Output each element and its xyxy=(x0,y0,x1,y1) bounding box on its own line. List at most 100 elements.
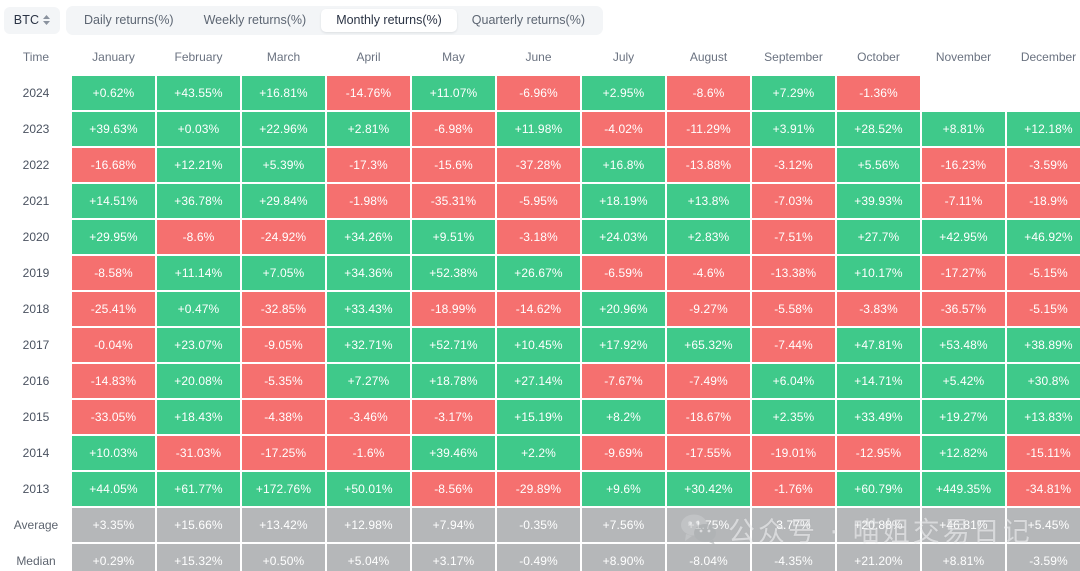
return-cell: +0.03% xyxy=(157,112,240,146)
return-cell: -17.27% xyxy=(922,256,1005,290)
table-row: 2022-16.68%+12.21%+5.39%-17.3%-15.6%-37.… xyxy=(2,148,1080,182)
return-cell: +33.43% xyxy=(327,292,410,326)
return-cell: -5.58% xyxy=(752,292,835,326)
return-cell: -19.01% xyxy=(752,436,835,470)
return-cell: +39.63% xyxy=(72,112,155,146)
return-cell: +29.84% xyxy=(242,184,325,218)
column-header-january: January xyxy=(72,40,155,74)
return-cell: -9.69% xyxy=(582,436,665,470)
return-cell: +9.51% xyxy=(412,220,495,254)
return-cell: +38.89% xyxy=(1007,328,1080,362)
return-cell: +5.45% xyxy=(1007,508,1080,542)
return-cell: +27.7% xyxy=(837,220,920,254)
return-cell: -6.96% xyxy=(497,76,580,110)
return-cell: +11.07% xyxy=(412,76,495,110)
return-cell: -12.95% xyxy=(837,436,920,470)
return-cell: +52.38% xyxy=(412,256,495,290)
row-label: 2024 xyxy=(2,76,70,110)
return-cell: -14.62% xyxy=(497,292,580,326)
row-label: 2014 xyxy=(2,436,70,470)
return-cell: -1.36% xyxy=(837,76,920,110)
return-cell: -5.15% xyxy=(1007,292,1080,326)
row-label: 2017 xyxy=(2,328,70,362)
table-body: 2024+0.62%+43.55%+16.81%-14.76%+11.07%-6… xyxy=(2,76,1080,571)
monthly-returns-page: BTC Daily returns(%) Weekly returns(%) M… xyxy=(0,0,1080,571)
return-cell: +29.95% xyxy=(72,220,155,254)
return-cell: +7.29% xyxy=(752,76,835,110)
table-row: 2023+39.63%+0.03%+22.96%+2.81%-6.98%+11.… xyxy=(2,112,1080,146)
return-cell: +14.71% xyxy=(837,364,920,398)
column-header-march: March xyxy=(242,40,325,74)
tab-weekly-returns[interactable]: Weekly returns(%) xyxy=(189,9,322,32)
return-cell: -7.67% xyxy=(582,364,665,398)
return-cell: -7.49% xyxy=(667,364,750,398)
return-cell: +46.92% xyxy=(1007,220,1080,254)
return-cell: -4.38% xyxy=(242,400,325,434)
return-cell: +22.96% xyxy=(242,112,325,146)
return-cell: -29.89% xyxy=(497,472,580,506)
return-cell: +39.93% xyxy=(837,184,920,218)
return-cell: -11.29% xyxy=(667,112,750,146)
return-cell: -8.58% xyxy=(72,256,155,290)
return-cell: +50.01% xyxy=(327,472,410,506)
column-header-august: August xyxy=(667,40,750,74)
return-cell: +12.21% xyxy=(157,148,240,182)
return-cell: +27.14% xyxy=(497,364,580,398)
tab-quarterly-returns[interactable]: Quarterly returns(%) xyxy=(457,9,600,32)
column-header-november: November xyxy=(922,40,1005,74)
return-cell: +12.98% xyxy=(327,508,410,542)
return-cell: +2.35% xyxy=(752,400,835,434)
return-cell: +2.81% xyxy=(327,112,410,146)
return-cell: -3.59% xyxy=(1007,148,1080,182)
return-cell: +16.81% xyxy=(242,76,325,110)
return-cell: +1.75% xyxy=(667,508,750,542)
chevron-up-down-icon xyxy=(43,15,50,25)
column-header-december: December xyxy=(1007,40,1080,74)
return-cell: +46.81% xyxy=(922,508,1005,542)
tab-monthly-returns[interactable]: Monthly returns(%) xyxy=(321,9,457,32)
return-cell: -33.05% xyxy=(72,400,155,434)
return-cell: +15.19% xyxy=(497,400,580,434)
return-cell: -4.6% xyxy=(667,256,750,290)
return-cell: +13.42% xyxy=(242,508,325,542)
return-cell: -17.25% xyxy=(242,436,325,470)
return-cell: +11.98% xyxy=(497,112,580,146)
returns-table-container: TimeJanuaryFebruaryMarchAprilMayJuneJuly… xyxy=(0,38,1080,571)
return-cell: -6.98% xyxy=(412,112,495,146)
return-cell: +52.71% xyxy=(412,328,495,362)
return-cell: +14.51% xyxy=(72,184,155,218)
return-cell: -17.3% xyxy=(327,148,410,182)
return-cell: +5.42% xyxy=(922,364,1005,398)
return-cell: -9.27% xyxy=(667,292,750,326)
return-cell: -5.35% xyxy=(242,364,325,398)
return-cell: +20.08% xyxy=(157,364,240,398)
return-cell: -1.98% xyxy=(327,184,410,218)
table-row: 2020+29.95%-8.6%-24.92%+34.26%+9.51%-3.1… xyxy=(2,220,1080,254)
return-cell: +8.2% xyxy=(582,400,665,434)
return-cell: -14.76% xyxy=(327,76,410,110)
tab-daily-returns[interactable]: Daily returns(%) xyxy=(69,9,189,32)
return-cell: +32.71% xyxy=(327,328,410,362)
return-cell: +19.27% xyxy=(922,400,1005,434)
symbol-selector[interactable]: BTC xyxy=(4,7,60,34)
table-row: 2015-33.05%+18.43%-4.38%-3.46%-3.17%+15.… xyxy=(2,400,1080,434)
return-cell: +172.76% xyxy=(242,472,325,506)
return-cell: -1.76% xyxy=(752,472,835,506)
symbol-label: BTC xyxy=(14,13,40,27)
return-cell: +3.35% xyxy=(72,508,155,542)
return-cell: +5.39% xyxy=(242,148,325,182)
return-cell: -8.6% xyxy=(157,220,240,254)
return-cell: -7.03% xyxy=(752,184,835,218)
return-cell: +26.67% xyxy=(497,256,580,290)
return-cell: -7.44% xyxy=(752,328,835,362)
return-cell: -17.55% xyxy=(667,436,750,470)
return-cell: +21.20% xyxy=(837,544,920,571)
return-cell xyxy=(922,76,1005,110)
return-cell: -0.49% xyxy=(497,544,580,571)
monthly-returns-table: TimeJanuaryFebruaryMarchAprilMayJuneJuly… xyxy=(0,38,1080,571)
table-row: 2021+14.51%+36.78%+29.84%-1.98%-35.31%-5… xyxy=(2,184,1080,218)
return-cell: -8.56% xyxy=(412,472,495,506)
return-cell: +20.88% xyxy=(837,508,920,542)
return-cell xyxy=(1007,76,1080,110)
return-cell: +13.83% xyxy=(1007,400,1080,434)
